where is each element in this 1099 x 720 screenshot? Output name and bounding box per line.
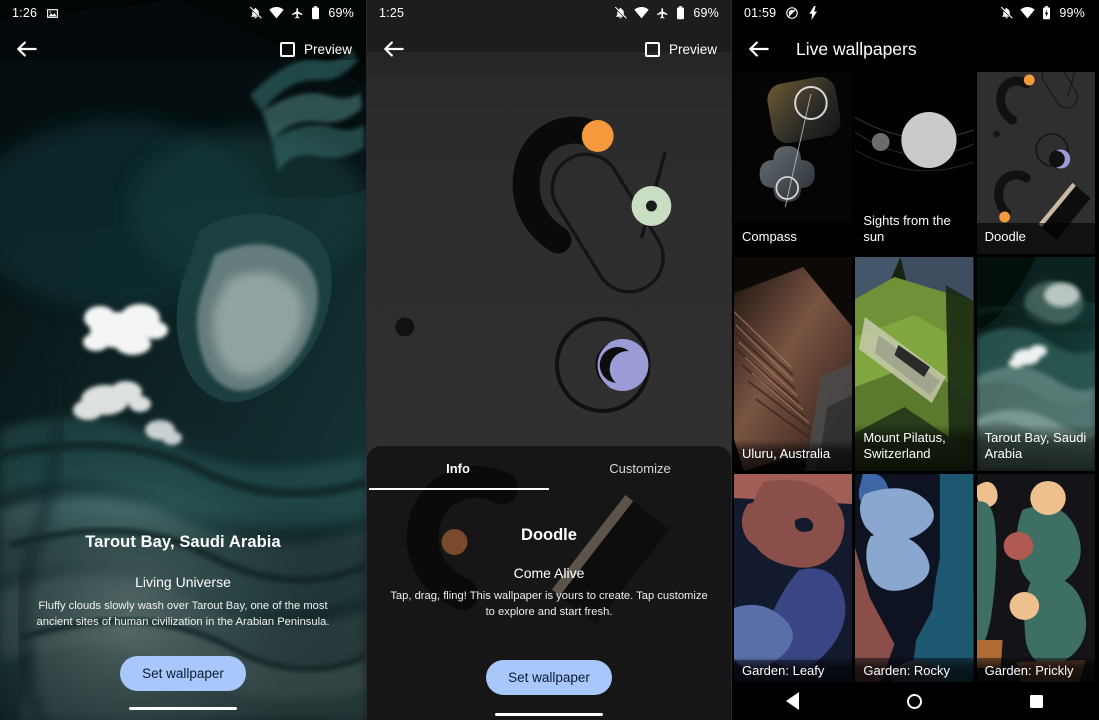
- tile-label: Doodle: [976, 222, 1095, 254]
- screen-wallpaper-preview-photo: 1:26 69% Preview Tarout Bay, Saudi Arabi…: [0, 0, 366, 720]
- tab-info[interactable]: Info: [367, 446, 549, 490]
- nav-home-icon[interactable]: [894, 682, 934, 720]
- wallpaper-tile-sights-from-the-sun[interactable]: Sights from the sun: [855, 72, 974, 254]
- page-title: Live wallpapers: [796, 38, 917, 59]
- battery-percent: 69%: [693, 6, 719, 20]
- airplane-mode-icon: [656, 7, 669, 20]
- gesture-nav-bar[interactable]: [129, 707, 237, 710]
- arrow-back-icon[interactable]: [746, 36, 772, 62]
- wallpaper-description: Fluffy clouds slowly wash over Tarout Ba…: [36, 599, 330, 628]
- toolbar: Preview: [0, 26, 366, 72]
- wallpaper-info-card: Tarout Bay, Saudi Arabia Living Universe…: [0, 506, 366, 720]
- set-wallpaper-button[interactable]: Set wallpaper: [120, 656, 246, 691]
- wallpaper-collection: Living Universe: [135, 573, 231, 590]
- live-wallpaper-bottom-sheet: Info Customize Doodle Come Alive Tap, dr…: [367, 446, 731, 720]
- sheet-tabs: Info Customize: [367, 446, 731, 490]
- preview-label: Preview: [303, 41, 352, 57]
- checkbox-unchecked-icon[interactable]: [279, 41, 295, 57]
- preview-toggle[interactable]: Preview: [279, 41, 352, 57]
- tile-label: Sights from the sun: [855, 206, 974, 254]
- live-wallpapers-grid: Compass Sights from the sun Doodle Uluru…: [732, 72, 1097, 688]
- arrow-back-icon[interactable]: [14, 36, 40, 62]
- wallpaper-tile-compass[interactable]: Compass: [734, 72, 853, 254]
- wifi-icon: [269, 7, 285, 19]
- charging-bolt-icon: [808, 6, 819, 20]
- airplane-mode-icon: [291, 7, 304, 20]
- gesture-nav-bar[interactable]: [495, 713, 603, 717]
- wallpaper-title: Doodle: [521, 526, 577, 544]
- set-wallpaper-button[interactable]: Set wallpaper: [486, 660, 612, 696]
- active-tab-indicator: [369, 488, 549, 490]
- preview-toggle[interactable]: Preview: [644, 41, 717, 57]
- tile-label: Mount Pilatus, Switzerland: [855, 423, 974, 471]
- tab-customize[interactable]: Customize: [549, 446, 731, 490]
- screen-live-wallpapers-grid: 01:59 99% Live wallpapers Compass Sights…: [732, 0, 1097, 720]
- wallpaper-tile-garden-leafy[interactable]: Garden: Leafy: [734, 474, 853, 688]
- battery-percent: 69%: [328, 6, 354, 20]
- wallpaper-tile-garden-prickly[interactable]: Garden: Prickly: [976, 474, 1095, 688]
- location-off-icon: [785, 6, 799, 20]
- wallpaper-collection: Come Alive: [513, 565, 585, 581]
- nav-recents-icon[interactable]: [1016, 682, 1056, 720]
- preview-label: Preview: [668, 41, 717, 57]
- tile-label: Tarout Bay, Saudi Arabia: [976, 423, 1095, 471]
- tile-label: Uluru, Australia: [734, 439, 853, 471]
- battery-icon: [311, 6, 320, 20]
- wallpaper-tile-doodle[interactable]: Doodle: [976, 72, 1095, 254]
- android-navigation-bar: [732, 682, 1097, 720]
- status-bar: 1:25 69%: [367, 0, 731, 26]
- battery-icon: [676, 6, 685, 20]
- tile-label: Compass: [734, 222, 853, 254]
- notifications-off-icon: [1000, 6, 1013, 20]
- checkbox-unchecked-icon[interactable]: [644, 41, 660, 57]
- wallpaper-tile-tarout-bay[interactable]: Tarout Bay, Saudi Arabia: [976, 257, 1095, 471]
- wallpaper-tile-uluru[interactable]: Uluru, Australia: [734, 257, 853, 471]
- status-clock: 1:25: [379, 6, 405, 20]
- battery-percent: 99%: [1059, 6, 1085, 20]
- toolbar: Preview: [367, 26, 731, 72]
- wallpaper-description: Tap, drag, fling! This wallpaper is your…: [390, 590, 708, 619]
- wallpaper-title: Tarout Bay, Saudi Arabia: [85, 532, 281, 551]
- wifi-icon: [1020, 7, 1036, 19]
- wifi-icon: [634, 7, 650, 19]
- battery-charging-icon: [1042, 6, 1051, 20]
- nav-back-icon[interactable]: [773, 682, 813, 720]
- notifications-off-icon: [614, 6, 627, 20]
- status-bar: 01:59 99%: [732, 0, 1097, 26]
- notifications-off-icon: [249, 6, 262, 20]
- arrow-back-icon[interactable]: [381, 36, 407, 62]
- status-clock: 1:26: [12, 6, 38, 20]
- screen-wallpaper-preview-live: 1:25 69% Preview Info Customize Doodle C…: [366, 0, 732, 720]
- wallpaper-tile-garden-rocky[interactable]: Garden: Rocky: [855, 474, 974, 688]
- toolbar: Live wallpapers: [732, 26, 1097, 72]
- status-clock: 01:59: [744, 6, 777, 20]
- three-phone-screenshots: 1:26 69% Preview Tarout Bay, Saudi Arabi…: [0, 0, 1099, 720]
- status-bar: 1:26 69%: [0, 0, 366, 26]
- image-icon: [46, 7, 59, 20]
- wallpaper-tile-mount-pilatus[interactable]: Mount Pilatus, Switzerland: [855, 257, 974, 471]
